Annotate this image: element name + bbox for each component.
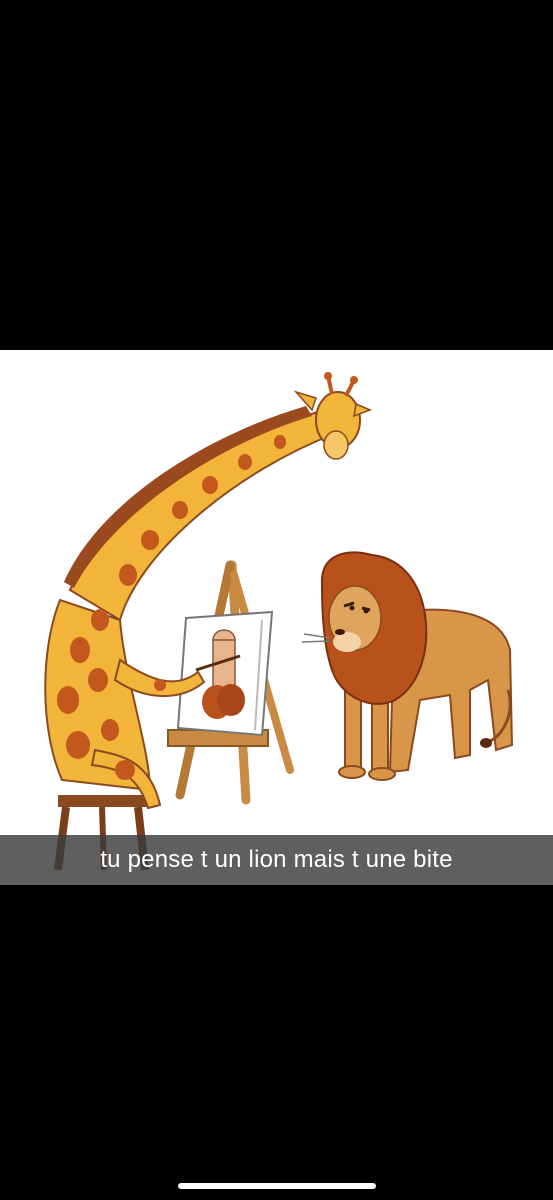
snap-photo bbox=[0, 350, 553, 885]
snap-caption-text: tu pense t un lion mais t une bite bbox=[100, 846, 453, 873]
lion bbox=[301, 551, 514, 781]
snap-caption-bar: tu pense t un lion mais t une bite bbox=[0, 835, 553, 885]
painting-canvas bbox=[176, 610, 274, 737]
home-indicator-bar[interactable] bbox=[178, 1183, 376, 1189]
giraffe-painting-lion-illustration bbox=[44, 372, 514, 871]
